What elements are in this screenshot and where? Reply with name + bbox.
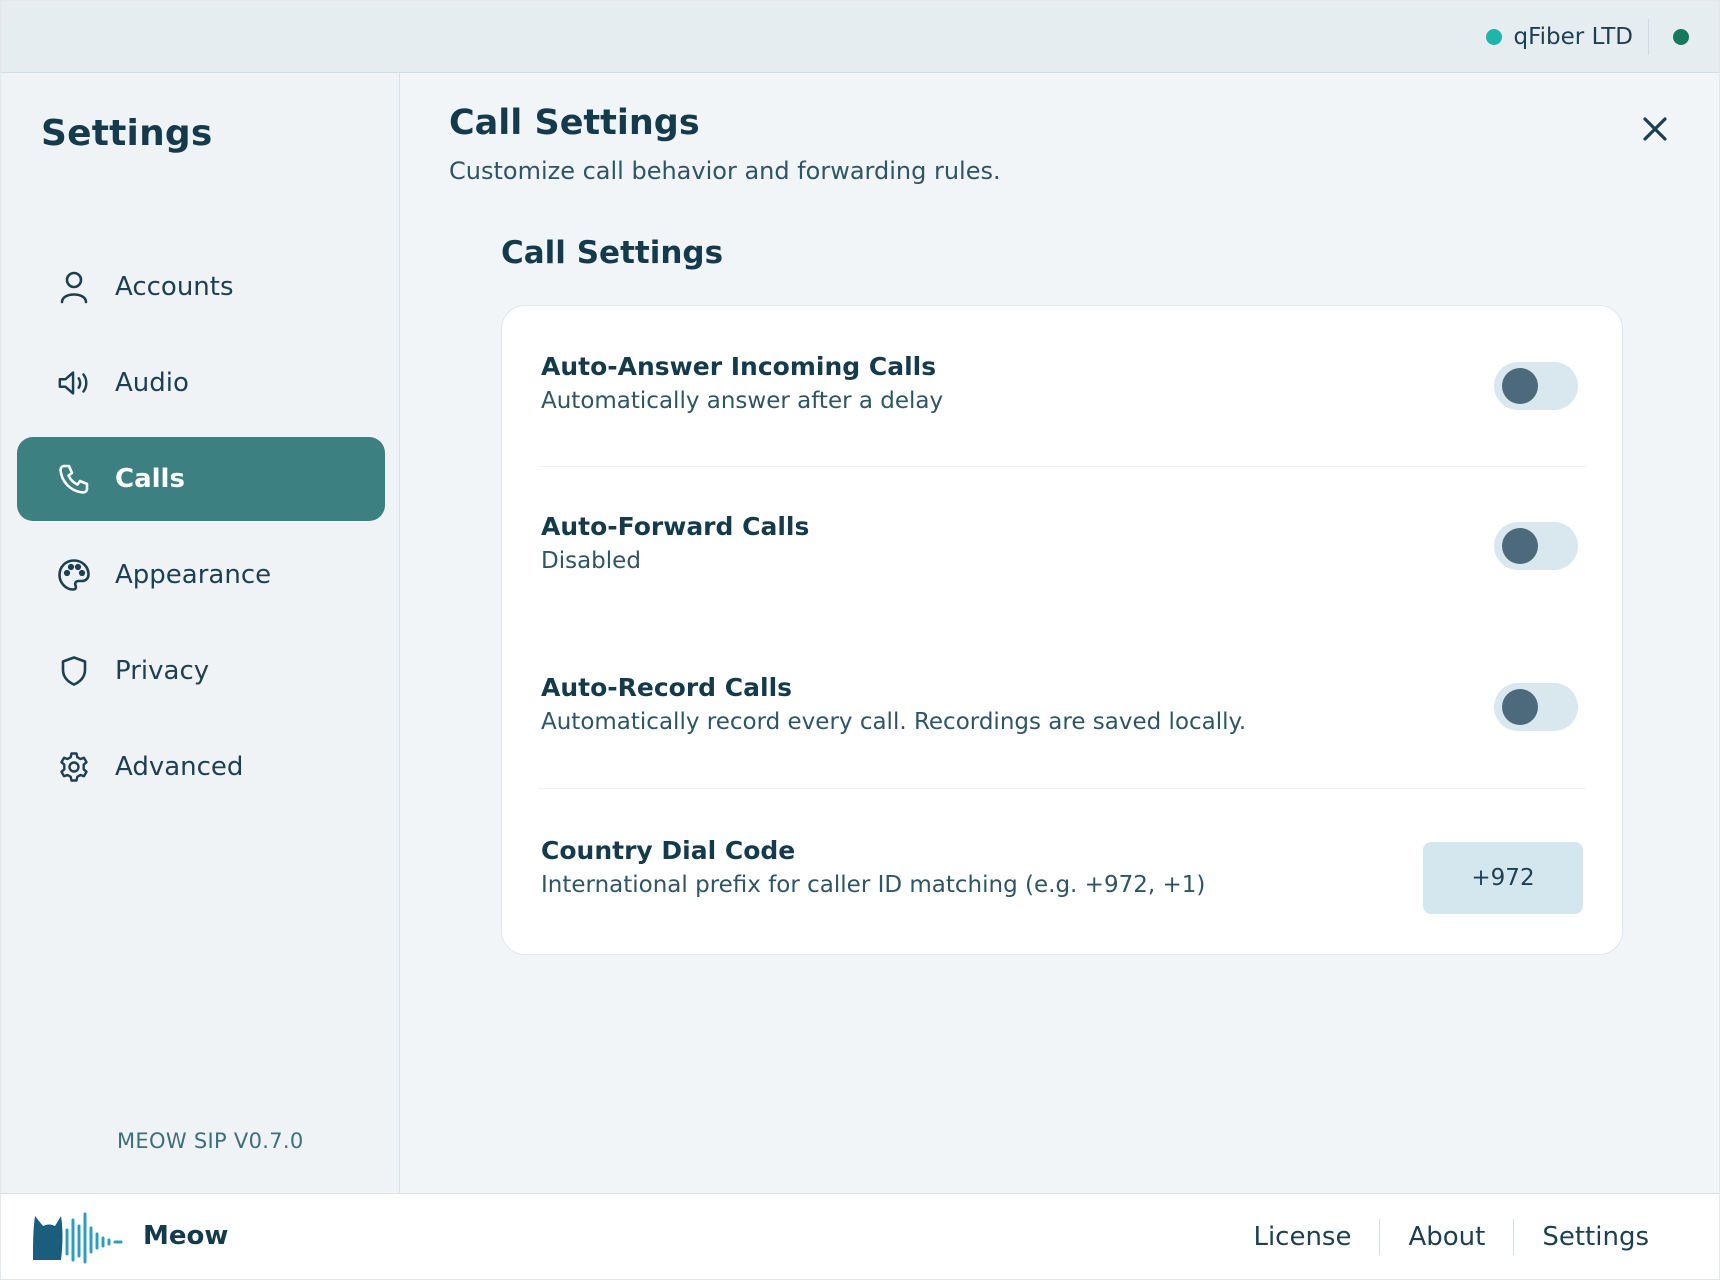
license-link[interactable]: License <box>1225 1222 1379 1252</box>
sidebar-item-label: Accounts <box>115 272 234 302</box>
user-icon <box>57 270 91 304</box>
sidebar-item-label: Advanced <box>115 752 244 782</box>
setting-row-auto-record: Auto-Record Calls Automatically record e… <box>502 626 1622 786</box>
brand-name: Meow <box>143 1221 229 1251</box>
setting-title: Country Dial Code <box>541 836 796 865</box>
gear-icon <box>57 750 91 784</box>
setting-description: Disabled <box>541 548 641 574</box>
footer-links: License About Settings <box>1225 1194 1677 1279</box>
setting-title: Auto-Answer Incoming Calls <box>541 352 937 381</box>
meow-logo-icon <box>33 1212 123 1264</box>
page-subtitle: Customize call behavior and forwarding r… <box>449 157 1001 185</box>
toggle-knob <box>1502 528 1538 564</box>
setting-row-auto-answer: Auto-Answer Incoming Calls Automatically… <box>502 306 1622 466</box>
country-dial-code-input[interactable] <box>1423 842 1583 914</box>
section-title: Call Settings <box>501 235 724 271</box>
auto-forward-toggle[interactable] <box>1494 522 1578 570</box>
setting-title: Auto-Record Calls <box>541 673 793 702</box>
setting-title: Auto-Forward Calls <box>541 512 810 541</box>
sidebar-item-label: Calls <box>115 464 185 494</box>
sidebar-item-accounts[interactable]: Accounts <box>17 245 385 329</box>
sidebar-item-label: Audio <box>115 368 189 398</box>
setting-row-auto-forward: Auto-Forward Calls Disabled <box>502 466 1622 626</box>
setting-description: Automatically record every call. Recordi… <box>541 709 1247 735</box>
sidebar-title: Settings <box>41 113 213 154</box>
topbar-divider <box>1648 19 1649 55</box>
auto-answer-toggle[interactable] <box>1494 362 1578 410</box>
shield-icon <box>57 654 91 688</box>
footer: Meow License About Settings <box>1 1193 1719 1279</box>
sidebar-nav: Accounts Audio Calls Appearance Privacy … <box>17 245 385 821</box>
sidebar-item-label: Appearance <box>115 560 272 590</box>
sidebar-item-label: Privacy <box>115 656 210 686</box>
toggle-knob <box>1502 368 1538 404</box>
setting-description: Automatically answer after a delay <box>541 388 944 414</box>
top-bar: qFiber LTD <box>1 1 1719 73</box>
close-button[interactable] <box>1639 113 1671 145</box>
sidebar-item-audio[interactable]: Audio <box>17 341 385 425</box>
account-indicator[interactable]: qFiber LTD <box>1485 1 1633 73</box>
palette-icon <box>57 558 91 592</box>
page-title: Call Settings <box>449 103 700 143</box>
close-icon <box>1643 117 1667 141</box>
toggle-knob <box>1502 689 1538 725</box>
about-link[interactable]: About <box>1380 1222 1513 1252</box>
sidebar-item-appearance[interactable]: Appearance <box>17 533 385 617</box>
phone-icon <box>57 462 91 496</box>
connection-status-dot <box>1673 29 1689 45</box>
setting-description: International prefix for caller ID match… <box>541 872 1206 898</box>
app-version: MEOW SIP V0.7.0 <box>117 1129 304 1153</box>
sidebar-item-calls[interactable]: Calls <box>17 437 385 521</box>
sidebar-item-advanced[interactable]: Advanced <box>17 725 385 809</box>
setting-row-dial-code: Country Dial Code International prefix f… <box>502 788 1622 956</box>
account-status-dot <box>1485 29 1502 45</box>
brand: Meow <box>31 1208 228 1264</box>
speaker-icon <box>57 366 91 400</box>
main-content: Call Settings Customize call behavior an… <box>401 73 1719 1193</box>
call-settings-card: Auto-Answer Incoming Calls Automatically… <box>501 305 1623 955</box>
app-window: qFiber LTD Settings Accounts Audio Calls… <box>1 1 1719 1279</box>
account-name: qFiber LTD <box>1513 24 1633 50</box>
auto-record-toggle[interactable] <box>1494 683 1578 731</box>
sidebar-item-privacy[interactable]: Privacy <box>17 629 385 713</box>
settings-link[interactable]: Settings <box>1514 1222 1677 1252</box>
sidebar: Settings Accounts Audio Calls Appearance… <box>1 73 400 1193</box>
